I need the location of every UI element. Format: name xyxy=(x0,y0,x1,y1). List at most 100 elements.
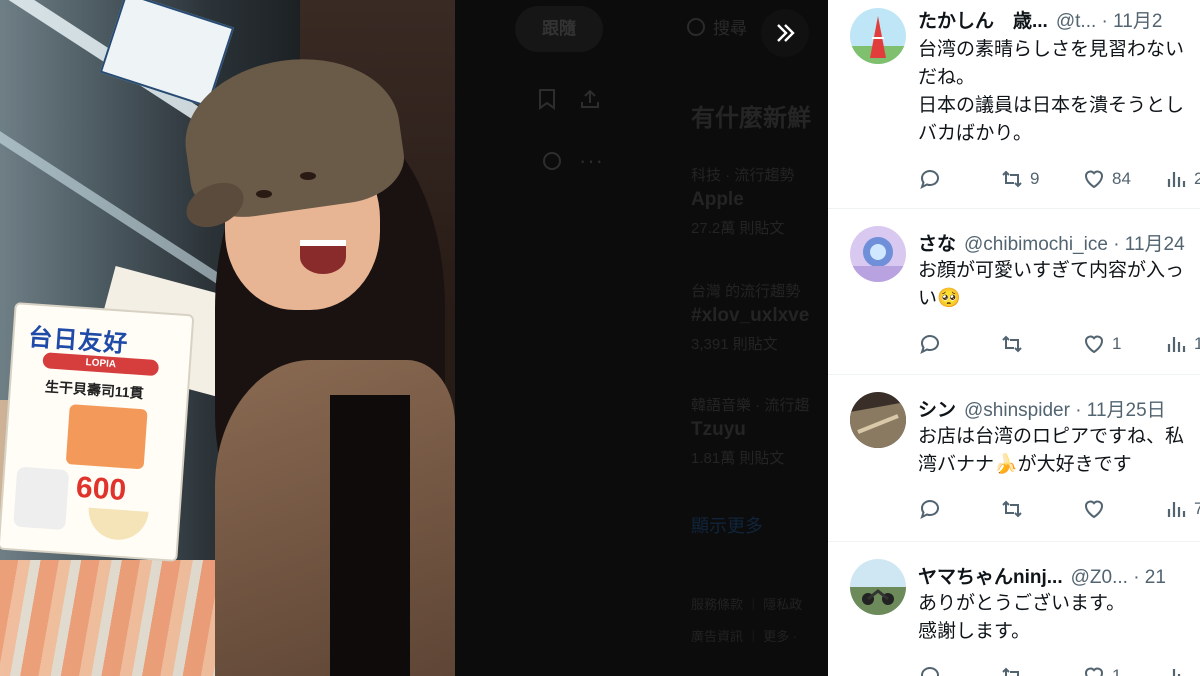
like-button[interactable] xyxy=(1082,497,1164,521)
trend-category: 台灣 的流行趨勢 xyxy=(691,283,801,300)
reply-date[interactable]: · 11月2 xyxy=(1102,11,1163,32)
sign-chef-illustration xyxy=(13,466,70,531)
footer-links[interactable]: 服務條款 ｜ 隱私政 xyxy=(691,594,802,613)
reply-button[interactable] xyxy=(918,664,1000,676)
views-button[interactable]: 2 xyxy=(1164,167,1200,191)
more-icon[interactable]: ··· xyxy=(579,148,604,174)
reply-button[interactable] xyxy=(918,497,1000,521)
reply-author-name[interactable]: さな xyxy=(918,234,956,255)
trend-category: 科技 · 流行趨勢 xyxy=(691,167,795,184)
sign-title: 台日友好 xyxy=(27,324,130,358)
like-count: 84 xyxy=(1112,169,1131,188)
reply-actions: 1 xyxy=(918,664,1200,676)
person-mouth xyxy=(300,240,346,274)
search-box[interactable]: 搜尋 xyxy=(687,14,747,39)
reply-author-handle[interactable]: @Z0... xyxy=(1071,567,1128,588)
show-more-link[interactable]: 顯示更多 xyxy=(691,512,763,538)
views-icon xyxy=(1167,669,1181,676)
person-eye xyxy=(300,172,316,180)
sign-bowl-illustration xyxy=(86,507,149,542)
sushi-trays xyxy=(0,560,240,676)
reply-item[interactable]: シン @shinspider · 11月25日 お店は台湾のロピアですね、私 湾バ… xyxy=(828,375,1200,542)
bookmark-icon[interactable] xyxy=(537,88,557,116)
avatar[interactable] xyxy=(850,8,906,64)
reply-button[interactable] xyxy=(918,332,1000,356)
like-count: 1 xyxy=(1112,666,1122,676)
sign-price: 600 xyxy=(74,470,128,508)
retweet-icon xyxy=(1002,170,1022,188)
avatar[interactable] xyxy=(850,559,906,615)
reply-author-handle[interactable]: @chibimochi_ice xyxy=(964,234,1108,255)
retweet-count: 9 xyxy=(1030,169,1040,188)
reply-item[interactable]: たかしん 歳... @t... · 11月2 台湾の素晴らしさを見習わない だね。… xyxy=(828,0,1200,209)
retweet-icon xyxy=(1002,500,1022,518)
reply-text: お顔が可愛いすぎて内容が入っ い🥺 xyxy=(918,260,1185,309)
retweet-button[interactable] xyxy=(1000,664,1082,676)
reply-icon xyxy=(921,667,939,676)
reply-text: ありがとうございます。 感謝します。 xyxy=(918,593,1126,642)
views-icon xyxy=(1167,502,1186,517)
views-icon xyxy=(1167,172,1186,187)
sign-subtitle: 生干貝壽司11貫 xyxy=(44,378,145,402)
reply-text: お店は台湾のロピアですね、私 湾バナナ🍌が大好きです xyxy=(918,426,1185,475)
reply-header: ヤマちゃんninj... @Z0... · 21 xyxy=(918,562,1166,589)
replies-panel: たかしん 歳... @t... · 11月2 台湾の素晴らしさを見習わない だね。… xyxy=(828,0,1200,676)
person-eye xyxy=(256,190,272,198)
reply-item[interactable]: さな @chibimochi_ice · 11月24 お顔が可愛いすぎて内容が入っ… xyxy=(828,209,1200,375)
retweet-icon xyxy=(1002,335,1022,353)
reply-icon xyxy=(920,500,939,519)
retweet-button[interactable]: 9 xyxy=(1000,167,1082,191)
heart-icon xyxy=(1084,170,1104,189)
reply-date[interactable]: · 11月24 xyxy=(1113,234,1184,255)
reply-date[interactable]: · 21 xyxy=(1133,567,1166,588)
views-count: 1 xyxy=(1194,334,1200,353)
reply-header: シン @shinspider · 11月25日 xyxy=(918,395,1166,422)
views-button[interactable] xyxy=(1164,664,1200,676)
tweet-photo[interactable]: 台日友好 LOPIA 生干貝壽司11貫 600 xyxy=(0,0,455,676)
follow-button[interactable]: 跟隨 xyxy=(515,6,603,52)
trends-title: 有什麼新鮮 xyxy=(691,105,811,132)
share-icon[interactable] xyxy=(579,88,601,116)
reply-author-name[interactable]: たかしん 歳... xyxy=(918,11,1048,32)
trend-name: Apple xyxy=(691,189,744,210)
trend-category: 韓語音樂 · 流行趨 xyxy=(691,397,810,414)
avatar[interactable] xyxy=(850,392,906,448)
search-placeholder: 搜尋 xyxy=(713,19,747,38)
trend-count: 27.2萬 則貼文 xyxy=(691,220,785,237)
footer-links[interactable]: 廣告資訊 ｜ 更多 · xyxy=(691,626,797,645)
reply-actions: 7 xyxy=(918,497,1200,526)
expand-icon[interactable] xyxy=(761,9,809,57)
reply-item[interactable]: ヤマちゃんninj... @Z0... · 21 ありがとうございます。 感謝しま… xyxy=(828,542,1200,676)
retweet-button[interactable] xyxy=(1000,497,1082,521)
retweet-button[interactable] xyxy=(1000,332,1082,356)
reply-author-handle[interactable]: @t... xyxy=(1056,11,1096,32)
refresh-icon[interactable] xyxy=(541,150,563,178)
search-icon xyxy=(687,18,705,36)
reply-text: 台湾の素晴らしさを見習わない だね。 日本の議員は日本を潰そうとし バカばかり。 xyxy=(918,39,1185,144)
avatar[interactable] xyxy=(850,226,906,282)
views-count: 7 xyxy=(1194,499,1200,518)
reply-date[interactable]: · 11月25日 xyxy=(1075,400,1165,421)
reply-actions: 9 84 2 xyxy=(918,167,1200,196)
views-button[interactable]: 1 xyxy=(1164,332,1200,356)
reply-button[interactable] xyxy=(918,167,1000,191)
reply-icon xyxy=(920,335,939,354)
trend-name: #xlov_uxlxve xyxy=(691,305,810,326)
reply-author-name[interactable]: ヤマちゃんninj... xyxy=(918,567,1063,588)
like-button[interactable]: 84 xyxy=(1082,167,1164,191)
trend-count: 1.81萬 則貼文 xyxy=(691,450,785,467)
reply-author-name[interactable]: シン xyxy=(918,400,956,421)
trend-item[interactable]: 科技 · 流行趨勢 Apple 27.2萬 則貼文 xyxy=(691,164,794,238)
reply-author-handle[interactable]: @shinspider xyxy=(964,400,1070,421)
views-count: 2 xyxy=(1194,169,1200,188)
trend-name: Tzuyu xyxy=(691,419,746,440)
views-button[interactable]: 7 xyxy=(1164,497,1200,521)
like-button[interactable]: 1 xyxy=(1082,664,1164,676)
views-icon xyxy=(1167,337,1186,352)
reply-header: たかしん 歳... @t... · 11月2 xyxy=(918,6,1162,33)
person-shirt xyxy=(330,395,410,676)
trend-item[interactable]: 韓語音樂 · 流行趨 Tzuyu 1.81萬 則貼文 xyxy=(691,394,809,468)
trend-item[interactable]: 台灣 的流行趨勢 #xlov_uxlxve 3,391 則貼文 xyxy=(691,280,809,354)
heart-icon xyxy=(1084,667,1104,676)
like-button[interactable]: 1 xyxy=(1082,332,1164,356)
